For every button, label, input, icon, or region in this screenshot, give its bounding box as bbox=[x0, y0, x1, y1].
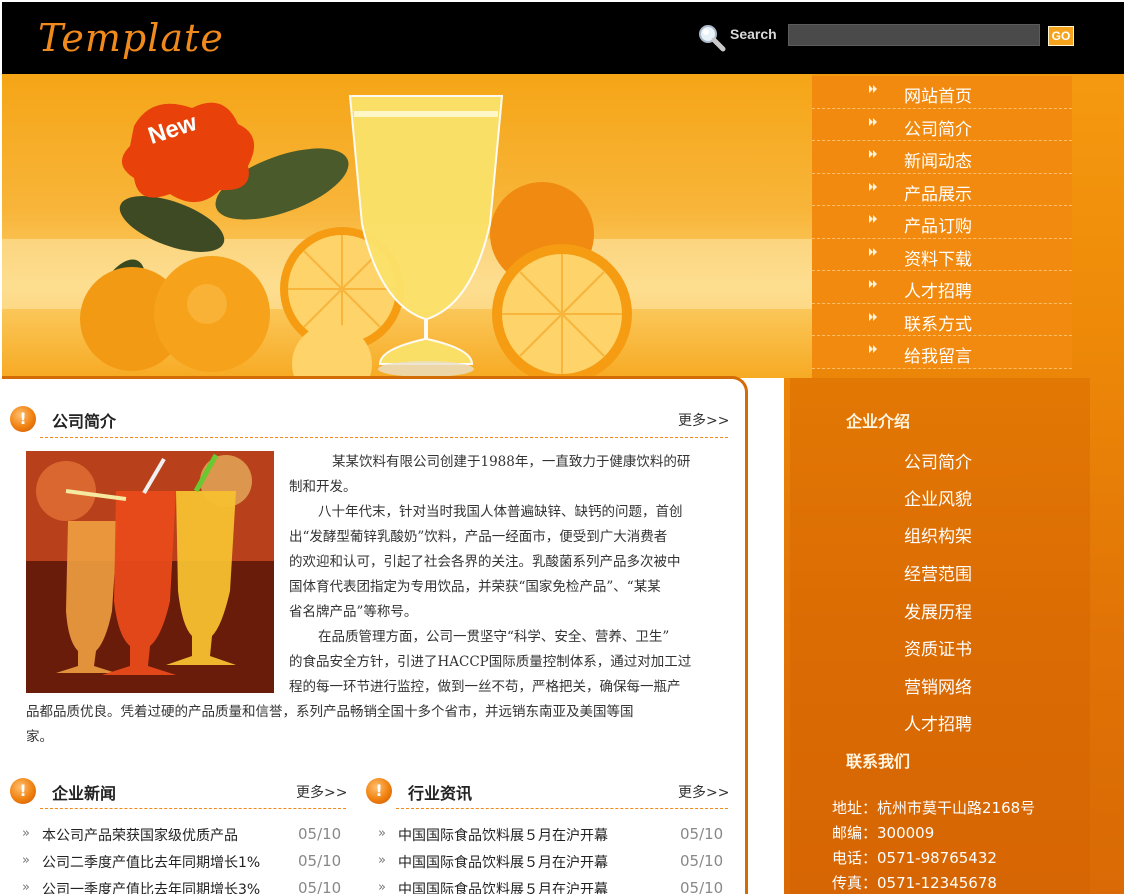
intro-text-line: 省名牌产品”等称号。 bbox=[289, 604, 418, 620]
intro-section-title: 公司简介 bbox=[52, 412, 117, 431]
news-date: 05/10 bbox=[680, 825, 724, 843]
company-news-item[interactable]: 本公司产品荣获国家级优质产品 bbox=[42, 825, 238, 845]
search-input[interactable] bbox=[788, 24, 1040, 46]
bullet-icon: » bbox=[378, 880, 386, 894]
contact-postcode: 邮编：300009 bbox=[832, 824, 935, 842]
nav-item-products[interactable]: 产品展示 bbox=[812, 174, 1072, 206]
contact-fax: 传真：0571-12345678 bbox=[832, 874, 997, 892]
intro-more-link[interactable]: 更多>> bbox=[678, 410, 729, 430]
contact-heading: 联系我们 bbox=[846, 752, 911, 771]
company-news-more-link[interactable]: 更多>> bbox=[296, 782, 347, 802]
site-logo[interactable]: Template bbox=[38, 16, 224, 60]
double-arrow-icon bbox=[869, 215, 877, 223]
company-news-item[interactable]: 公司一季度产值比去年同期增长3% bbox=[42, 879, 260, 894]
intro-text-line: 在品质管理方面，公司一贯坚守“科学、安全、营养、卫生” bbox=[318, 629, 670, 645]
sidebar-link-about[interactable]: 公司简介 bbox=[904, 448, 972, 473]
intro-text-line: 国体育代表团指定为专用饮品，并荣获“国家免检产品”、“某某 bbox=[289, 579, 661, 595]
sidebar-link-style[interactable]: 企业风貌 bbox=[904, 485, 972, 510]
contact-address: 地址：杭州市莫干山路2168号 bbox=[832, 799, 1036, 817]
sidebar-link-network[interactable]: 营销网络 bbox=[904, 673, 972, 698]
go-button[interactable]: GO bbox=[1048, 26, 1074, 46]
nav-item-about[interactable]: 公司简介 bbox=[812, 109, 1072, 141]
nav-item-careers[interactable]: 人才招聘 bbox=[812, 271, 1072, 304]
double-arrow-icon bbox=[869, 85, 877, 93]
sidebar-link-careers[interactable]: 人才招聘 bbox=[904, 710, 972, 735]
double-arrow-icon bbox=[869, 312, 877, 321]
main-nav: 网站首页 公司简介 新闻动态 产品展示 产品订购 资料下载 人才招聘 联系方式 … bbox=[812, 76, 1072, 369]
news-date: 05/10 bbox=[298, 825, 342, 843]
news-date: 05/10 bbox=[298, 879, 342, 894]
section-divider bbox=[40, 808, 346, 809]
industry-news-more-link[interactable]: 更多>> bbox=[678, 782, 729, 802]
double-arrow-icon bbox=[869, 182, 877, 191]
intro-text-line: 的食品安全方针，引进了HACCP国际质量控制体系，通过对加工过 bbox=[289, 654, 692, 670]
nav-item-home[interactable]: 网站首页 bbox=[812, 76, 1072, 109]
section-divider bbox=[396, 808, 728, 809]
nav-item-news[interactable]: 新闻动态 bbox=[812, 141, 1072, 174]
industry-news-item[interactable]: 中国国际食品饮料展５月在沪开幕 bbox=[398, 879, 608, 894]
company-news-item[interactable]: 公司二季度产值比去年同期增长1% bbox=[42, 852, 260, 872]
section-divider bbox=[40, 437, 728, 438]
magnifier-icon bbox=[699, 25, 726, 52]
intro-text-line: 品都品质优良。凭着过硬的产品质量和信誉，系列产品畅销全国十多个省市，并远销东南亚… bbox=[26, 704, 634, 720]
double-arrow-icon bbox=[869, 150, 877, 158]
sidebar-link-structure[interactable]: 组织构架 bbox=[904, 522, 972, 547]
intro-text-line: 的欢迎和认可，引起了社会各界的关注。乳酸菌系列产品多次被中 bbox=[289, 554, 681, 570]
double-arrow-icon bbox=[869, 247, 877, 256]
exclamation-icon: ! bbox=[10, 406, 36, 432]
company-news-title: 企业新闻 bbox=[52, 784, 117, 803]
exclamation-icon: ! bbox=[366, 778, 392, 804]
intro-text-line: 程的每一环节进行监控，做到一丝不苟，严格把关，确保每一瓶产 bbox=[289, 679, 681, 695]
intro-text-line: 八十年代末，针对当时我国人体普遍缺锌、缺钙的问题，首创 bbox=[318, 504, 683, 520]
industry-news-title: 行业资讯 bbox=[408, 784, 473, 803]
nav-item-message[interactable]: 给我留言 bbox=[812, 336, 1072, 369]
nav-item-contact[interactable]: 联系方式 bbox=[812, 304, 1072, 336]
bullet-icon: » bbox=[22, 880, 30, 894]
nav-item-order[interactable]: 产品订购 bbox=[812, 206, 1072, 239]
double-arrow-icon bbox=[869, 117, 877, 126]
intro-heading: 企业介绍 bbox=[846, 412, 911, 431]
nav-item-downloads[interactable]: 资料下载 bbox=[812, 239, 1072, 271]
industry-news-item[interactable]: 中国国际食品饮料展５月在沪开幕 bbox=[398, 852, 608, 872]
bullet-icon: » bbox=[378, 853, 386, 868]
bullet-icon: » bbox=[22, 853, 30, 868]
sidebar-link-scope[interactable]: 经营范围 bbox=[904, 560, 972, 585]
sidebar-link-certificates[interactable]: 资质证书 bbox=[904, 635, 972, 660]
intro-text-line: 出“发酵型葡锌乳酸奶”饮料，产品一经面市，便受到广大消费者 bbox=[289, 529, 668, 545]
industry-news-item[interactable]: 中国国际食品饮料展５月在沪开幕 bbox=[398, 825, 608, 845]
header-bar: Template Search GO bbox=[2, 2, 1124, 74]
juice-glasses-photo bbox=[26, 451, 274, 693]
double-arrow-icon bbox=[869, 345, 877, 353]
intro-text-line: 家。 bbox=[26, 729, 53, 745]
news-date: 05/10 bbox=[680, 879, 724, 894]
search-label: Search bbox=[730, 26, 777, 42]
banner-image: New bbox=[2, 74, 812, 378]
news-date: 05/10 bbox=[680, 852, 724, 870]
orange-juice-illustration bbox=[80, 95, 632, 378]
intro-text-line: 制和开发。 bbox=[289, 479, 357, 495]
exclamation-icon: ! bbox=[10, 778, 36, 804]
sidebar-link-history[interactable]: 发展历程 bbox=[904, 598, 972, 623]
bullet-icon: » bbox=[378, 826, 386, 841]
contact-phone: 电话：0571-98765432 bbox=[832, 849, 997, 867]
double-arrow-icon bbox=[869, 280, 877, 288]
bullet-icon: » bbox=[22, 826, 30, 841]
news-date: 05/10 bbox=[298, 852, 342, 870]
intro-text-line: 某某饮料有限公司创建于1988年，一直致力于健康饮料的研 bbox=[332, 454, 691, 470]
